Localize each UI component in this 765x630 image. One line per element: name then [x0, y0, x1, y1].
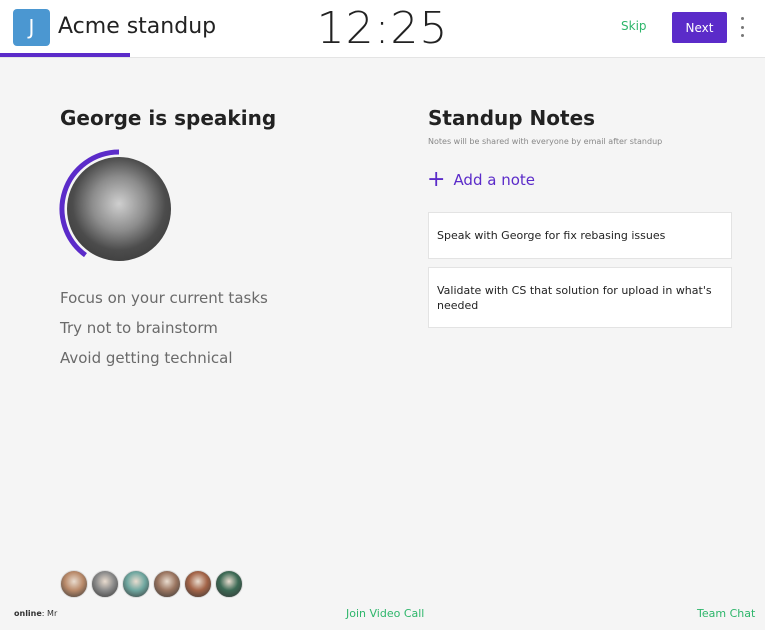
meeting-progress-bar	[0, 53, 131, 57]
attendee-avatar[interactable]	[60, 570, 88, 598]
app-initial: J	[28, 15, 35, 39]
team-chat-button[interactable]: Team Chat	[697, 607, 755, 620]
online-label: online	[14, 609, 42, 618]
speaker-title: George is speaking	[60, 106, 277, 130]
attendee-avatar[interactable]	[215, 570, 243, 598]
tip-item: Focus on your current tasks	[60, 289, 268, 307]
online-status: online: Mr	[14, 609, 57, 618]
app-icon: J	[13, 9, 50, 46]
note-item[interactable]: Validate with CS that solution for uploa…	[428, 267, 732, 328]
next-button[interactable]: Next	[672, 12, 727, 43]
add-note-button[interactable]: + Add a note	[427, 169, 535, 191]
speaker-avatar	[59, 149, 179, 269]
skip-button[interactable]: Skip	[621, 19, 647, 33]
notes-subtitle: Notes will be shared with everyone by em…	[428, 137, 663, 146]
plus-icon: +	[427, 167, 446, 192]
avatar	[67, 157, 171, 261]
note-text: Validate with CS that solution for uploa…	[437, 283, 712, 312]
note-item[interactable]: Speak with George for fix rebasing issue…	[428, 212, 732, 259]
add-note-label: Add a note	[453, 171, 535, 189]
top-bar: J Acme standup 12:25 Skip Next	[0, 0, 765, 58]
tip-item: Try not to brainstorm	[60, 319, 218, 337]
join-video-call-button[interactable]: Join Video Call	[346, 607, 424, 620]
kebab-menu-icon[interactable]	[738, 17, 746, 37]
app-title: Acme standup	[58, 14, 217, 39]
online-names: : Mr	[41, 609, 58, 618]
attendee-list	[60, 570, 246, 598]
tip-item: Avoid getting technical	[60, 349, 233, 367]
attendee-avatar[interactable]	[153, 570, 181, 598]
attendee-avatar[interactable]	[184, 570, 212, 598]
attendee-avatar[interactable]	[91, 570, 119, 598]
speaking-tips: Focus on your current tasks Try not to b…	[60, 288, 268, 378]
note-text: Speak with George for fix rebasing issue…	[437, 229, 666, 242]
notes-title: Standup Notes	[428, 106, 596, 130]
attendee-avatar[interactable]	[122, 570, 150, 598]
